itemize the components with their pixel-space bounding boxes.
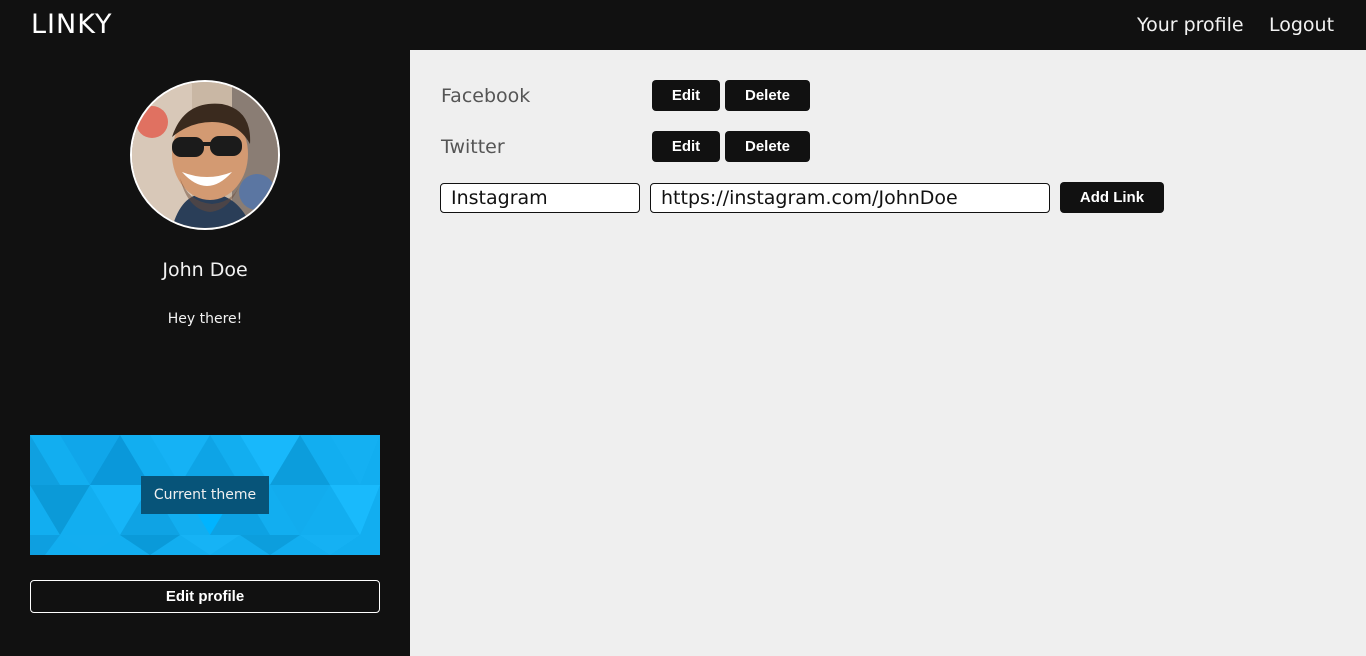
- current-theme-label: Current theme: [141, 476, 269, 514]
- current-theme-preview[interactable]: Current theme: [30, 435, 380, 555]
- link-url-input[interactable]: https://instagram.com/JohnDoe: [650, 183, 1050, 213]
- delete-twitter-button[interactable]: Delete: [725, 131, 810, 162]
- link-name-twitter: Twitter: [441, 136, 505, 158]
- avatar-photo-icon: [132, 82, 278, 228]
- profile-sidebar: John Doe Hey there! Current theme Edit p…: [0, 50, 410, 656]
- brand-logo[interactable]: LINKY: [31, 9, 112, 41]
- edit-profile-button[interactable]: Edit profile: [30, 580, 380, 613]
- edit-twitter-button[interactable]: Edit: [652, 131, 720, 162]
- nav-your-profile-link[interactable]: Your profile: [1137, 12, 1244, 38]
- edit-facebook-button[interactable]: Edit: [652, 80, 720, 111]
- avatar: [130, 80, 280, 230]
- link-name-input[interactable]: Instagram: [440, 183, 640, 213]
- profile-name: John Doe: [162, 259, 248, 281]
- delete-facebook-button[interactable]: Delete: [725, 80, 810, 111]
- top-navbar: LINKY Your profile Logout: [0, 0, 1366, 50]
- profile-bio: Hey there!: [167, 311, 243, 327]
- nav-logout-link[interactable]: Logout: [1269, 12, 1334, 38]
- link-name-facebook: Facebook: [441, 85, 531, 107]
- add-link-button[interactable]: Add Link: [1060, 182, 1164, 213]
